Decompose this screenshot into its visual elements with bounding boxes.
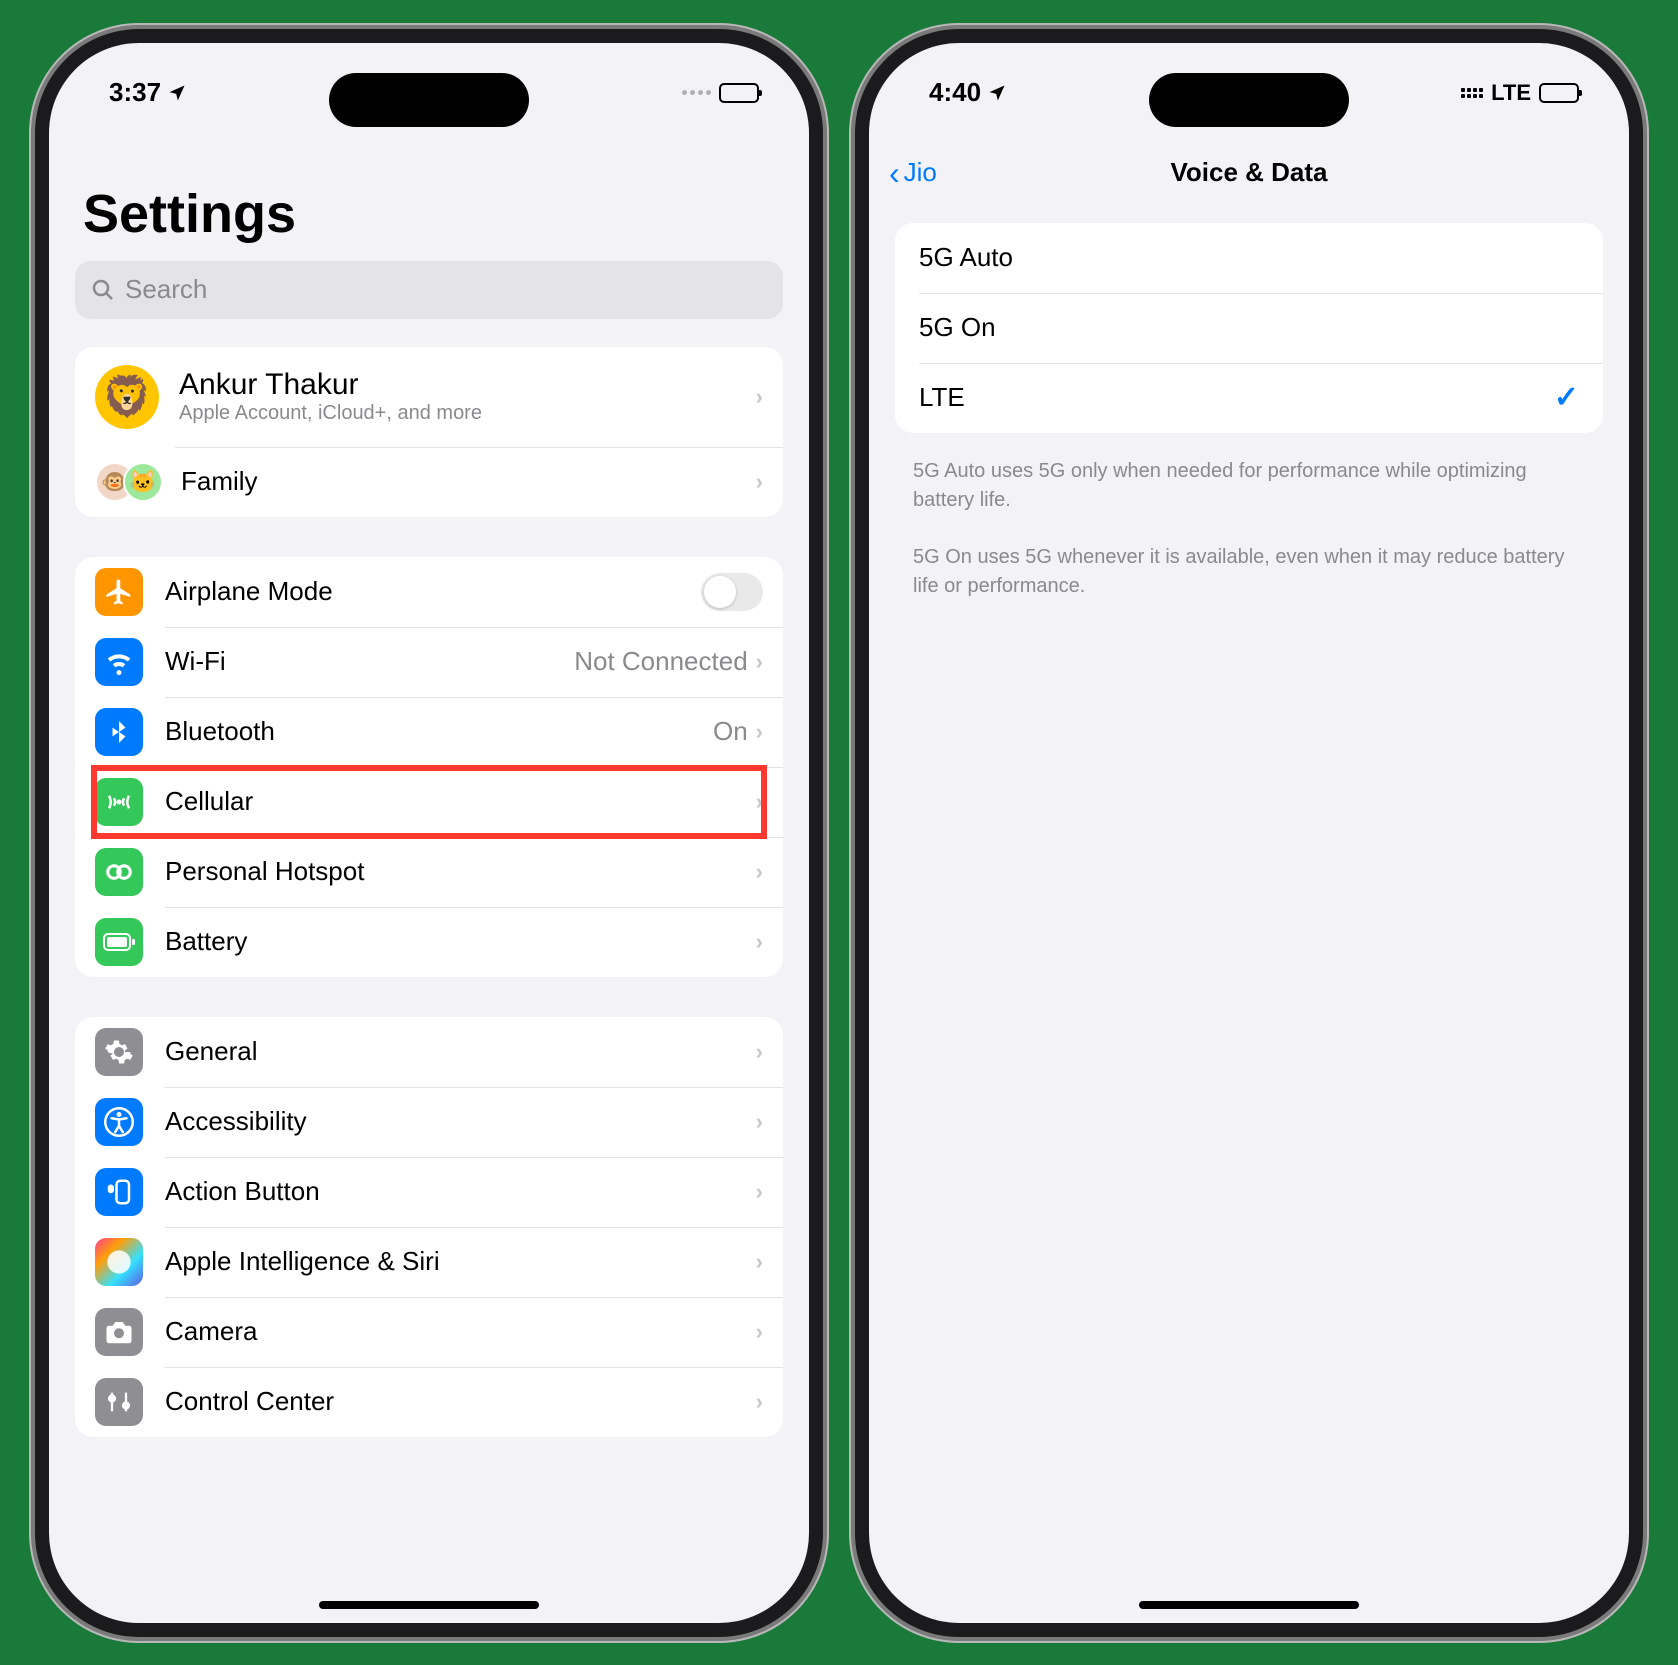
- cellular-signal-icon: [682, 90, 711, 95]
- page-title: Settings: [75, 143, 783, 261]
- hotspot-icon: [95, 848, 143, 896]
- family-avatars-icon: 🐵🐱: [95, 462, 163, 502]
- accessibility-row[interactable]: Accessibility ›: [75, 1087, 783, 1157]
- voice-data-options: 5G Auto 5G On LTE ✓: [895, 223, 1603, 433]
- chevron-right-icon: ›: [756, 1249, 763, 1275]
- chevron-right-icon: ›: [756, 1389, 763, 1415]
- network-type: LTE: [1491, 80, 1531, 106]
- battery-icon: [1539, 83, 1579, 103]
- nav-title: Voice & Data: [1170, 157, 1327, 188]
- action-button-icon: [95, 1168, 143, 1216]
- airplane-icon: [95, 568, 143, 616]
- status-time: 3:37: [109, 77, 161, 108]
- chevron-right-icon: ›: [756, 1179, 763, 1205]
- footer-5g-on: 5G On uses 5G whenever it is available, …: [869, 529, 1629, 615]
- chevron-right-icon: ›: [756, 1319, 763, 1345]
- chevron-right-icon: ›: [756, 789, 763, 815]
- option-5g-on[interactable]: 5G On: [895, 293, 1603, 363]
- accessibility-icon: [95, 1098, 143, 1146]
- general-group: General › Accessibility › Action Button …: [75, 1017, 783, 1437]
- control-center-label: Control Center: [165, 1386, 756, 1417]
- hotspot-row[interactable]: Personal Hotspot ›: [75, 837, 783, 907]
- battery-label: Battery: [165, 926, 756, 957]
- apple-account-row[interactable]: 🦁 Ankur Thakur Apple Account, iCloud+, a…: [75, 347, 783, 447]
- back-label: Jio: [904, 157, 937, 188]
- profile-avatar-icon: 🦁: [95, 365, 159, 429]
- wifi-label: Wi-Fi: [165, 646, 574, 677]
- battery-row[interactable]: Battery ›: [75, 907, 783, 977]
- profile-subtitle: Apple Account, iCloud+, and more: [179, 402, 756, 425]
- accessibility-label: Accessibility: [165, 1106, 756, 1137]
- dynamic-island: [1149, 73, 1349, 127]
- control-center-icon: [95, 1378, 143, 1426]
- action-button-row[interactable]: Action Button ›: [75, 1157, 783, 1227]
- home-indicator[interactable]: [319, 1601, 539, 1609]
- battery-settings-icon: [95, 918, 143, 966]
- status-time: 4:40: [929, 77, 981, 108]
- airplane-toggle[interactable]: [701, 573, 763, 611]
- profile-group: 🦁 Ankur Thakur Apple Account, iCloud+, a…: [75, 347, 783, 517]
- chevron-right-icon: ›: [756, 719, 763, 745]
- wifi-row[interactable]: Wi-Fi Not Connected ›: [75, 627, 783, 697]
- search-input[interactable]: Search: [75, 261, 783, 319]
- chevron-right-icon: ›: [756, 384, 763, 410]
- location-arrow-icon: [167, 83, 187, 103]
- family-label: Family: [181, 466, 756, 497]
- hotspot-label: Personal Hotspot: [165, 856, 756, 887]
- family-row[interactable]: 🐵🐱 Family ›: [75, 447, 783, 517]
- phone-voice-data: 4:40 LTE ‹ Jio Voice & Data 5G Auto: [869, 43, 1629, 1623]
- general-row[interactable]: General ›: [75, 1017, 783, 1087]
- checkmark-icon: ✓: [1554, 380, 1579, 415]
- camera-icon: [95, 1308, 143, 1356]
- control-center-row[interactable]: Control Center ›: [75, 1367, 783, 1437]
- battery-icon: [719, 83, 759, 103]
- chevron-right-icon: ›: [756, 859, 763, 885]
- bluetooth-detail: On: [713, 716, 748, 747]
- bluetooth-row[interactable]: Bluetooth On ›: [75, 697, 783, 767]
- chevron-right-icon: ›: [756, 469, 763, 495]
- airplane-row[interactable]: Airplane Mode: [75, 557, 783, 627]
- option-label: 5G Auto: [919, 242, 1579, 273]
- cellular-icon: [95, 778, 143, 826]
- siri-label: Apple Intelligence & Siri: [165, 1246, 756, 1277]
- phone-settings: 3:37 Settings Search 🦁 Ankur Thakur Appl…: [49, 43, 809, 1623]
- action-button-label: Action Button: [165, 1176, 756, 1207]
- home-indicator[interactable]: [1139, 1601, 1359, 1609]
- back-button[interactable]: ‹ Jio: [889, 157, 937, 189]
- option-label: 5G On: [919, 312, 1579, 343]
- siri-row[interactable]: Apple Intelligence & Siri ›: [75, 1227, 783, 1297]
- nav-bar: ‹ Jio Voice & Data: [869, 143, 1629, 203]
- dynamic-island: [329, 73, 529, 127]
- wifi-icon: [95, 638, 143, 686]
- wifi-detail: Not Connected: [574, 646, 747, 677]
- general-label: General: [165, 1036, 756, 1067]
- profile-name: Ankur Thakur: [179, 368, 756, 402]
- airplane-label: Airplane Mode: [165, 576, 701, 607]
- search-placeholder: Search: [125, 274, 207, 305]
- bluetooth-label: Bluetooth: [165, 716, 713, 747]
- chevron-right-icon: ›: [756, 929, 763, 955]
- search-icon: [91, 278, 115, 302]
- chevron-right-icon: ›: [756, 1039, 763, 1065]
- option-5g-auto[interactable]: 5G Auto: [895, 223, 1603, 293]
- siri-icon: [95, 1238, 143, 1286]
- option-lte[interactable]: LTE ✓: [895, 363, 1603, 433]
- location-arrow-icon: [987, 83, 1007, 103]
- camera-row[interactable]: Camera ›: [75, 1297, 783, 1367]
- cellular-label: Cellular: [165, 786, 756, 817]
- option-label: LTE: [919, 382, 1554, 413]
- bluetooth-icon: [95, 708, 143, 756]
- chevron-right-icon: ›: [756, 1109, 763, 1135]
- footer-5g-auto: 5G Auto uses 5G only when needed for per…: [869, 443, 1629, 529]
- dual-signal-icon: [1461, 88, 1483, 98]
- cellular-row[interactable]: Cellular ›: [75, 767, 783, 837]
- chevron-left-icon: ‹: [889, 157, 900, 189]
- gear-icon: [95, 1028, 143, 1076]
- connectivity-group: Airplane Mode Wi-Fi Not Connected › Blue…: [75, 557, 783, 977]
- camera-label: Camera: [165, 1316, 756, 1347]
- chevron-right-icon: ›: [756, 649, 763, 675]
